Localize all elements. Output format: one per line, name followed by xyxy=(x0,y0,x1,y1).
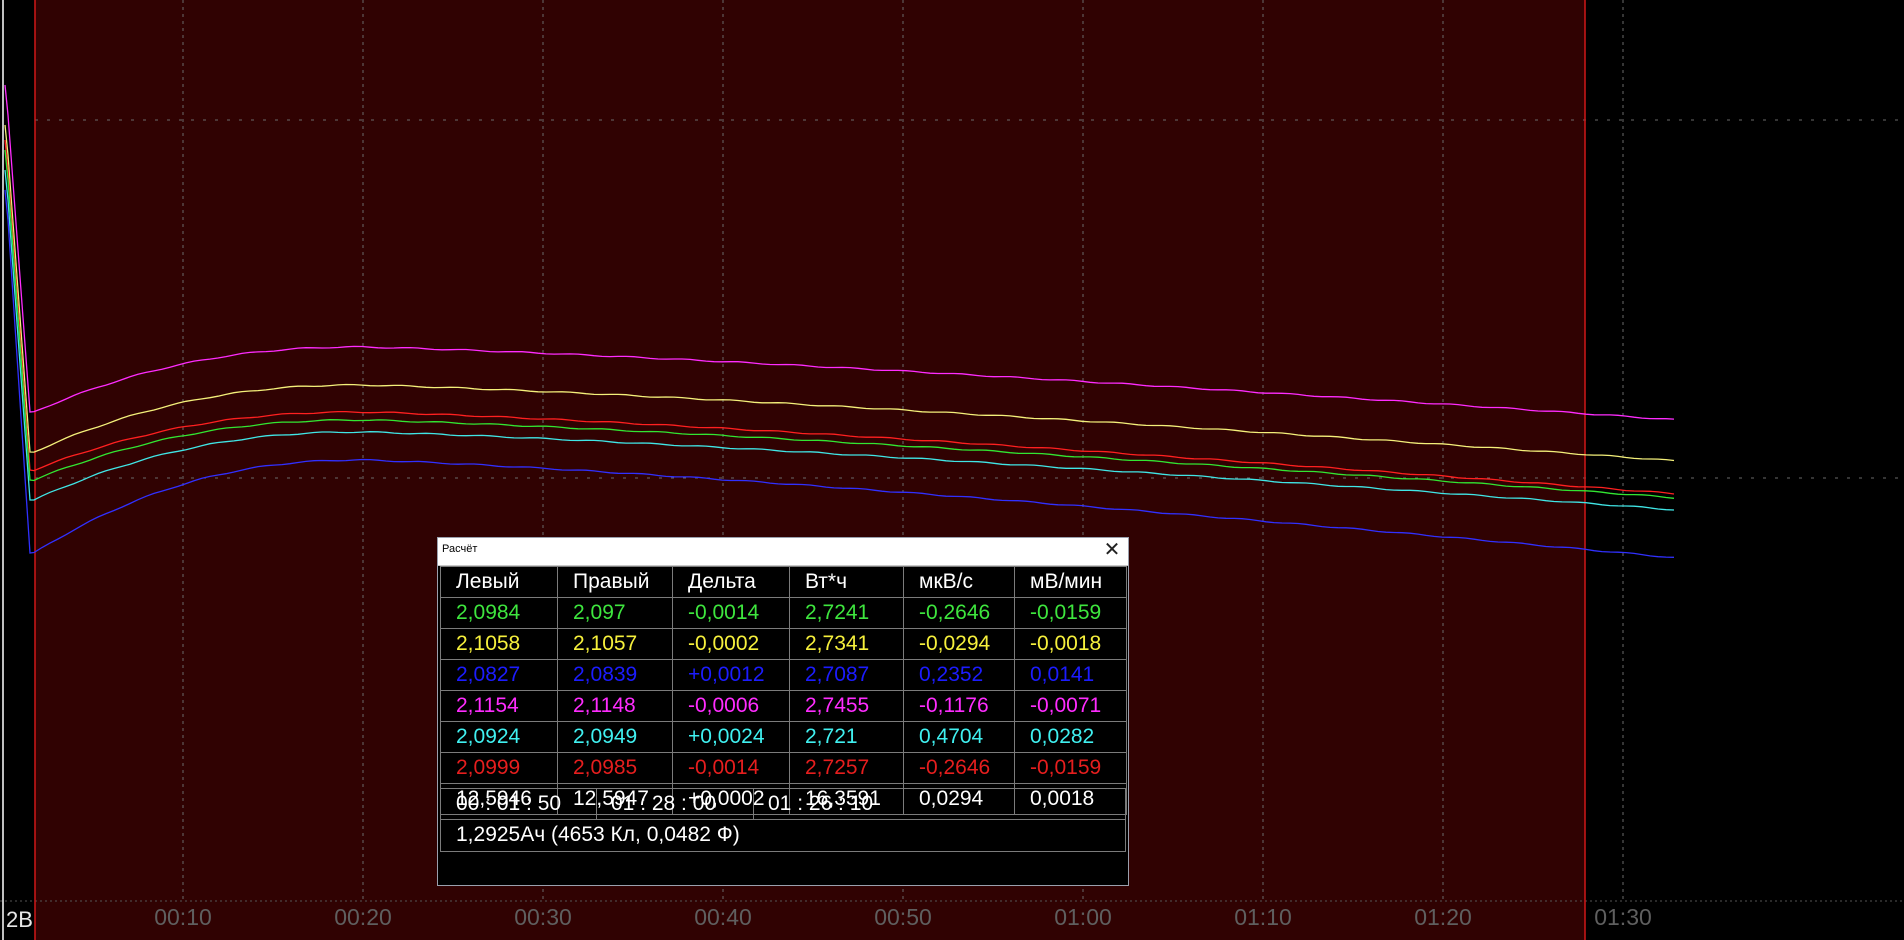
x-tick-label: 00:20 xyxy=(334,904,392,930)
table-cell: -0,2646 xyxy=(903,597,1015,629)
table-cell: -0,0159 xyxy=(1014,597,1127,629)
table-cell: 2,7341 xyxy=(789,628,904,660)
column-header: Правый xyxy=(557,566,673,598)
table-cell: 2,0924 xyxy=(440,721,558,753)
x-tick-label: 01:20 xyxy=(1414,904,1472,930)
calc-table: Левый Правый Дельта Вт*ч мкВ/с мВ/мин 2,0984 2,… xyxy=(440,566,1127,815)
table-cell: 2,1148 xyxy=(557,690,673,722)
column-header: мВ/мин xyxy=(1014,566,1127,598)
calc-title: Расчёт xyxy=(442,543,478,555)
x-tick-label: 00:40 xyxy=(694,904,752,930)
table-cell: -0,0071 xyxy=(1014,690,1127,722)
table-cell: +0,0024 xyxy=(672,721,790,753)
table-cell: 2,7455 xyxy=(789,690,904,722)
x-tick-label: 01:30 xyxy=(1594,904,1652,930)
column-header: Вт*ч xyxy=(789,566,904,598)
close-icon[interactable]: ✕ xyxy=(1102,540,1122,560)
calc-titlebar[interactable]: Расчёт ✕ xyxy=(438,538,1128,566)
x-tick-label: 00:50 xyxy=(874,904,932,930)
time-start: 00 : 01 : 50 xyxy=(456,792,562,815)
x-tick-labels: 00:10 00:20 00:30 00:40 00:50 01:00 01:10 01:20… xyxy=(154,904,1652,930)
x-tick-label: 01:10 xyxy=(1234,904,1292,930)
table-cell: -0,1176 xyxy=(903,690,1015,722)
table-cell: 0,0141 xyxy=(1014,659,1127,691)
table-cell: 2,0949 xyxy=(557,721,673,753)
table-cell: 2,0984 xyxy=(440,597,558,629)
column-header: Левый xyxy=(440,566,558,598)
table-cell: 2,7257 xyxy=(789,752,904,784)
table-cell: 0,4704 xyxy=(903,721,1015,753)
table-cell: -0,2646 xyxy=(903,752,1015,784)
table-cell: 2,0985 xyxy=(557,752,673,784)
charge-summary: 1,2925Ач (4653 Кл, 0,0482 Ф) xyxy=(440,820,1126,852)
table-cell: -0,0294 xyxy=(903,628,1015,660)
table-cell: 2,0827 xyxy=(440,659,558,691)
table-cell: 2,7241 xyxy=(789,597,904,629)
column-header: Дельта xyxy=(672,566,790,598)
x-tick-label: 00:10 xyxy=(154,904,212,930)
scale-label: 2В xyxy=(6,907,33,932)
time-end: 01 : 28 : 00 xyxy=(611,792,717,815)
time-row: 00 : 01 : 50 01 : 28 : 00 01 : 26 : 10 xyxy=(440,788,1126,820)
x-tick-label: 00:30 xyxy=(514,904,572,930)
table-row: 2,0924 2,0949 +0,0024 2,721 0,4704 0,0282 xyxy=(440,721,1127,753)
table-cell: 2,1058 xyxy=(440,628,558,660)
table-cell: -0,0014 xyxy=(672,752,790,784)
table-row: 2,1058 2,1057 -0,0002 2,7341 -0,0294 -0,0018 xyxy=(440,628,1127,660)
table-cell: -0,0014 xyxy=(672,597,790,629)
table-cell: 2,0999 xyxy=(440,752,558,784)
table-cell: 2,097 xyxy=(557,597,673,629)
table-cell: 2,0839 xyxy=(557,659,673,691)
table-cell: -0,0002 xyxy=(672,628,790,660)
table-cell: 0,0282 xyxy=(1014,721,1127,753)
table-cell: -0,0006 xyxy=(672,690,790,722)
table-cell: 2,1057 xyxy=(557,628,673,660)
table-cell: -0,0159 xyxy=(1014,752,1127,784)
table-cell: 0,2352 xyxy=(903,659,1015,691)
table-row: 2,0984 2,097 -0,0014 2,7241 -0,2646 -0,0159 xyxy=(440,597,1127,629)
calc-window[interactable]: Расчёт ✕ Левый Правый Дельта Вт*ч мкВ/с мВ/ми… xyxy=(437,537,1129,886)
table-cell: 2,721 xyxy=(789,721,904,753)
x-tick-label: 01:00 xyxy=(1054,904,1112,930)
table-cell: 2,1154 xyxy=(440,690,558,722)
table-row: 2,0999 2,0985 -0,0014 2,7257 -0,2646 -0,0159 xyxy=(440,752,1127,784)
table-cell: +0,0012 xyxy=(672,659,790,691)
time-duration: 01 : 26 : 10 xyxy=(768,792,874,815)
table-row: 2,0827 2,0839 +0,0012 2,7087 0,2352 0,0141 xyxy=(440,659,1127,691)
column-header: мкВ/с xyxy=(903,566,1015,598)
table-cell: -0,0018 xyxy=(1014,628,1127,660)
table-row: 2,1154 2,1148 -0,0006 2,7455 -0,1176 -0,0071 xyxy=(440,690,1127,722)
table-cell: 2,7087 xyxy=(789,659,904,691)
